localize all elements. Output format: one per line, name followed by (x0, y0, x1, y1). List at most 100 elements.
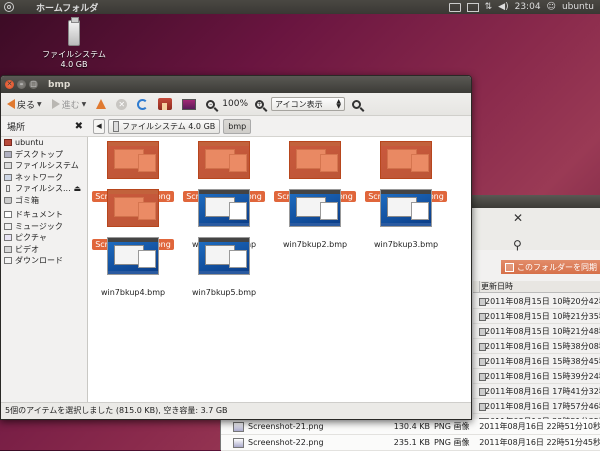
forward-button[interactable]: 進む ▼ (49, 95, 90, 113)
toolbar: 戻る ▼ 進む ▼ ✕ – 100% + アイコン表示 ▲ ▼ (1, 93, 471, 116)
sidebar-item[interactable]: ダウンロード (1, 255, 87, 267)
clock[interactable]: 23:04 (515, 2, 541, 12)
sidebar-item[interactable]: ピクチャ (1, 232, 87, 244)
file-name: win7bkup4.bmp (100, 288, 166, 297)
icon-view[interactable]: Screenshot-21.pngScreenshot-22.pngScreen… (88, 137, 471, 403)
file-size: 235.1 KB (393, 438, 430, 447)
home-icon (4, 139, 12, 147)
file-manager-window[interactable]: ✕ – □ bmp 戻る ▼ 進む ▼ ✕ – 100% + アイコン表示 ▲ ▼… (0, 75, 472, 420)
pictures-icon (4, 234, 12, 242)
table-row[interactable]: 2011年08月16日 17時41分32秒 (473, 384, 600, 399)
breadcrumb-filesystem[interactable]: ファイルシステム 4.0 GB (108, 118, 221, 134)
file-thumbnail (107, 237, 159, 275)
table-row[interactable]: Screenshot-21.png 130.4 KB PNG 画像 2011年08月1… (221, 419, 600, 435)
stop-icon: ✕ (116, 98, 128, 110)
volume-icon[interactable]: ◀) (498, 2, 508, 12)
computer-button[interactable] (179, 95, 199, 113)
table-row[interactable]: 2011年08月16日 15時38分45秒 (473, 354, 600, 369)
breadcrumb-left-icon[interactable]: ◀ (93, 118, 105, 134)
desktop-drive-icon[interactable]: ファイルシステム 4.0 GB (38, 16, 110, 70)
sidebar-item-label: ドキュメント (15, 210, 63, 220)
minimize-window-button[interactable]: – (17, 80, 26, 89)
sidebar-item-label: ピクチャ (15, 233, 47, 243)
sidebar-item-label: デスクトップ (15, 149, 63, 159)
location-bar: 場所 ✖ ◀ ファイルシステム 4.0 GB bmp (1, 116, 471, 137)
zoom-in-button[interactable]: + (252, 95, 267, 113)
maximize-window-button[interactable]: □ (29, 80, 38, 89)
zoom-out-button[interactable]: – (203, 95, 218, 113)
window-titlebar[interactable]: ✕ – □ bmp (1, 76, 471, 93)
file-thumbnail (198, 237, 250, 275)
search-icon (352, 99, 362, 109)
sidebar-item[interactable]: ファイルシス... ⏏ (1, 183, 87, 195)
search-icon[interactable]: ⚲ (513, 238, 522, 252)
table-row[interactable]: 2011年08月16日 17時57分46秒 (473, 399, 600, 414)
file-name: win7bkup2.bmp (282, 240, 348, 249)
stop-button[interactable]: ✕ (113, 95, 130, 113)
sidebar-item[interactable]: ゴミ箱 (1, 195, 87, 207)
chevron-down-icon[interactable]: ▼ (37, 101, 42, 108)
file-item[interactable]: win7bkup4.bmp (88, 237, 178, 298)
system-tray: ⇅ ◀) 23:04 ☺ ubuntu (448, 2, 594, 12)
panel-app-title: ホームフォルダ (36, 3, 99, 14)
zoom-in-icon: + (255, 99, 265, 109)
sidebar-item[interactable]: ubuntu (1, 137, 87, 149)
table-row[interactable]: 2011年08月16日 15時38分08秒 (473, 339, 600, 354)
sidebar-item-label: ファイルシス... (15, 184, 71, 194)
back-button-label: 戻る (17, 100, 36, 111)
table-row[interactable]: Screenshot-22.png 235.1 KB PNG 画像 2011年08月1… (221, 435, 600, 451)
close-sidebar-icon[interactable]: ✖ (75, 121, 83, 132)
file-type-icon (479, 358, 486, 366)
file-type-icon (479, 343, 486, 351)
close-window-button[interactable]: ✕ (5, 80, 14, 89)
home-folder-icon (158, 98, 173, 110)
file-item[interactable]: win7bkup5.bmp (179, 237, 269, 298)
updown-chevron-icon: ▲ ▼ (336, 98, 342, 110)
file-type: PNG 画像 (433, 422, 470, 431)
sync-folder-option[interactable]: このフォルダーを同期 (501, 260, 600, 274)
close-icon[interactable]: ✕ (513, 211, 523, 225)
view-mode-select[interactable]: アイコン表示 ▲ ▼ (271, 97, 346, 111)
file-item[interactable]: win7bkup2.bmp (270, 189, 360, 250)
table-row[interactable]: 2011年08月16日 15時39分24秒 (473, 369, 600, 384)
sidebar-item[interactable]: ミュージック (1, 221, 87, 233)
back-button[interactable]: 戻る ▼ (4, 95, 45, 113)
modified-date: 2011年08月16日 22時51分45秒 (479, 438, 600, 447)
ubuntu-logo-icon[interactable] (4, 2, 14, 12)
file-name: win7bkup5.bmp (191, 288, 257, 297)
network-arrows-icon[interactable]: ⇅ (485, 2, 493, 12)
sidebar-item[interactable]: ビデオ (1, 244, 87, 256)
status-bar: 5個のアイテムを選択しました (815.0 KB), 空き容量: 3.7 GB (1, 402, 471, 419)
table-row[interactable]: 2011年08月15日 10時20分42秒 (473, 294, 600, 309)
reload-icon (137, 98, 149, 110)
chevron-down-icon[interactable]: ▼ (82, 101, 87, 108)
trash-icon (4, 196, 12, 204)
sidebar-item[interactable]: デスクトップ (1, 149, 87, 161)
user-name[interactable]: ubuntu (562, 2, 594, 12)
file-name: Screenshot-22.png (248, 438, 324, 447)
keyboard-icon[interactable] (448, 2, 461, 12)
file-item[interactable]: win7bkup3.bmp (361, 189, 451, 250)
mail-icon[interactable] (466, 2, 479, 12)
modified-date: 2011年08月16日 15時39分24秒 (485, 372, 600, 381)
filesystem-icon (4, 162, 12, 170)
sidebar-item-label: ミュージック (15, 221, 63, 231)
table-row[interactable]: 2011年08月15日 10時21分35秒 (473, 309, 600, 324)
sidebar-item[interactable]: ネットワーク (1, 172, 87, 184)
table-row[interactable]: 2011年08月15日 10時21分48秒 (473, 324, 600, 339)
modified-date: 2011年08月16日 15時38分45秒 (485, 357, 600, 366)
user-icon[interactable]: ☺ (547, 2, 556, 12)
reload-button[interactable] (134, 95, 151, 113)
column-header-modified[interactable]: 更新日時 (473, 281, 600, 293)
sidebar-item[interactable]: ファイルシステム (1, 160, 87, 172)
checkbox-icon[interactable] (505, 262, 514, 272)
home-button[interactable] (155, 95, 175, 113)
network-icon (4, 173, 12, 181)
sidebar-header-label[interactable]: 場所 (7, 120, 25, 133)
eject-icon[interactable]: ⏏ (73, 184, 81, 193)
background-file-list: Screenshot-21.png 130.4 KB PNG 画像 2011年08月1… (221, 419, 600, 451)
up-button[interactable] (93, 95, 109, 113)
sidebar-item[interactable]: ドキュメント (1, 209, 87, 221)
breadcrumb-bmp[interactable]: bmp (223, 118, 252, 134)
search-button[interactable] (349, 95, 364, 113)
